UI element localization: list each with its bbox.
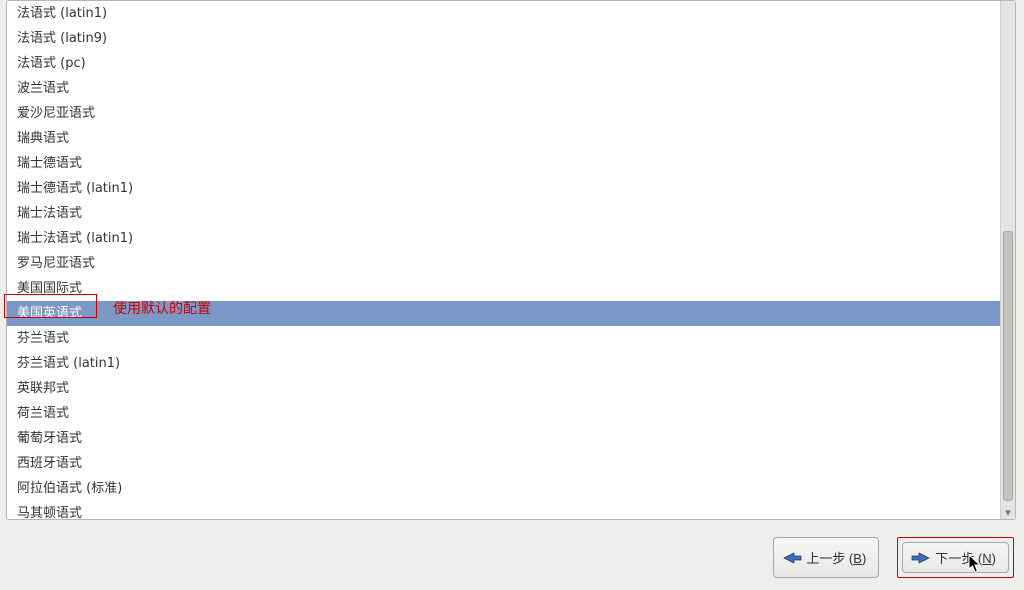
list-item[interactable]: 瑞士德语式 (latin1) [7, 176, 1000, 201]
back-button-label: 上一步 (B) [806, 548, 866, 567]
scroll-down-arrow[interactable]: ▾ [1003, 506, 1013, 519]
list-item[interactable]: 法语式 (latin1) [7, 1, 1000, 26]
keyboard-layout-list[interactable]: 法语式 (latin1)法语式 (latin9)法语式 (pc)波兰语式爱沙尼亚… [7, 1, 1000, 519]
list-item[interactable]: 美国英语式 [7, 301, 1000, 326]
scrollbar-thumb[interactable] [1003, 231, 1013, 501]
list-item[interactable]: 英联邦式 [7, 376, 1000, 401]
list-item[interactable]: 马其顿语式 [7, 501, 1000, 519]
list-item[interactable]: 瑞典语式 [7, 126, 1000, 151]
list-item[interactable]: 瑞士法语式 (latin1) [7, 226, 1000, 251]
list-item[interactable]: 罗马尼亚语式 [7, 251, 1000, 276]
highlight-box-next: 下一步 (N) [897, 537, 1014, 578]
next-button[interactable]: 下一步 (N) [902, 542, 1009, 573]
list-item[interactable]: 芬兰语式 (latin1) [7, 351, 1000, 376]
list-item[interactable]: 法语式 (latin9) [7, 26, 1000, 51]
keyboard-layout-list-container: 法语式 (latin1)法语式 (latin9)法语式 (pc)波兰语式爱沙尼亚… [6, 0, 1016, 520]
arrow-right-icon [911, 551, 931, 565]
list-item[interactable]: 荷兰语式 [7, 401, 1000, 426]
arrow-left-icon [782, 551, 802, 565]
next-button-label: 下一步 (N) [935, 548, 996, 567]
scrollbar[interactable]: ▾ [1000, 1, 1015, 519]
list-item[interactable]: 波兰语式 [7, 76, 1000, 101]
list-item[interactable]: 爱沙尼亚语式 [7, 101, 1000, 126]
list-item[interactable]: 法语式 (pc) [7, 51, 1000, 76]
button-bar: 上一步 (B) 下一步 (N) [773, 537, 1014, 578]
list-item[interactable]: 美国国际式 [7, 276, 1000, 301]
list-item[interactable]: 芬兰语式 [7, 326, 1000, 351]
back-button[interactable]: 上一步 (B) [773, 537, 879, 578]
list-item[interactable]: 瑞士法语式 [7, 201, 1000, 226]
list-item[interactable]: 西班牙语式 [7, 451, 1000, 476]
list-item[interactable]: 瑞士德语式 [7, 151, 1000, 176]
list-item[interactable]: 阿拉伯语式 (标准) [7, 476, 1000, 501]
list-item[interactable]: 葡萄牙语式 [7, 426, 1000, 451]
